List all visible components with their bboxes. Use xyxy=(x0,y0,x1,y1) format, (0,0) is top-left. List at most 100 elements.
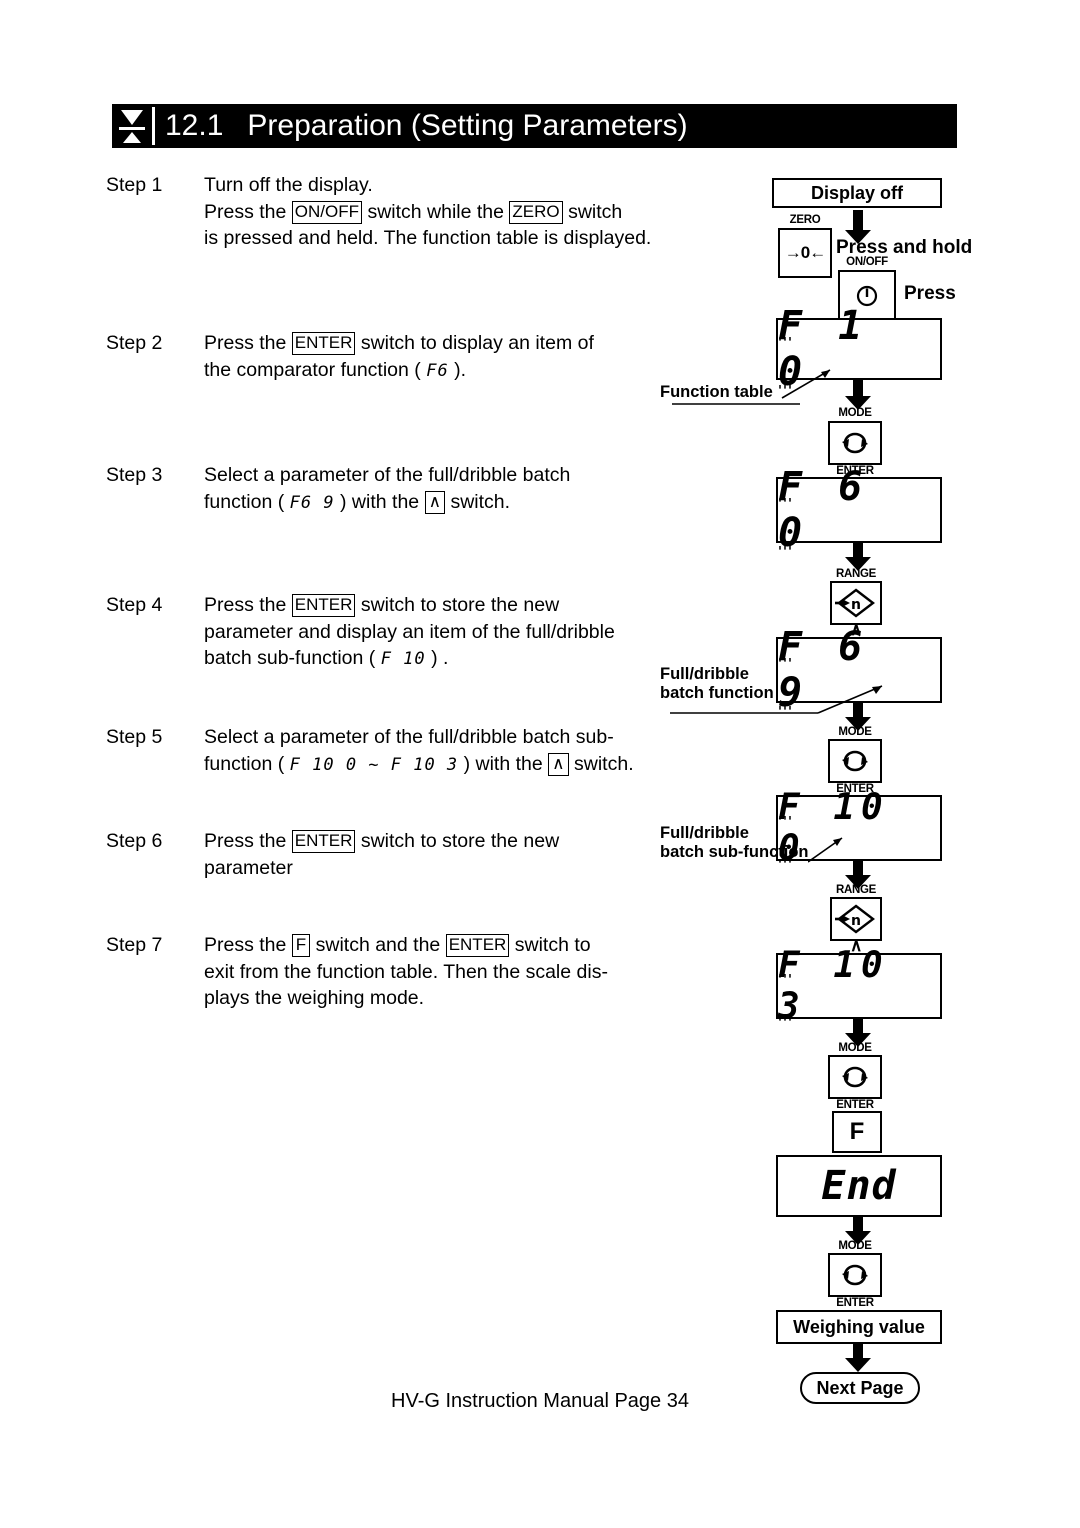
function-table-underline xyxy=(672,403,800,405)
text: function ( xyxy=(204,490,285,513)
step-6: Step 6 Press the ENTER switch to store t… xyxy=(106,828,676,881)
step-7-label: Step 7 xyxy=(106,934,163,956)
text: switch to display an item of xyxy=(360,332,594,354)
step-7: Step 7 Press the F switch and the ENTER … xyxy=(106,932,676,1012)
blink-marks-top: ''' xyxy=(778,973,793,988)
press-and-hold-label: Press and hold xyxy=(836,237,973,258)
step-2-line-1: Press the ENTER switch to display an ite… xyxy=(204,330,676,357)
function-table-leader-line xyxy=(781,369,831,399)
text: ) . xyxy=(431,647,449,669)
key-zero: ZERO xyxy=(509,200,563,224)
text: switch while the xyxy=(367,200,504,223)
text: switch to store the new xyxy=(360,830,560,852)
step-2-label: Step 2 xyxy=(106,332,163,354)
batch-subfunction-leader-line xyxy=(808,837,843,863)
flow-node-display-off: Display off xyxy=(772,178,942,208)
label-line-1: Full/dribble xyxy=(660,665,749,683)
lcd-glyph-f10: F 10 xyxy=(380,649,426,669)
mode-key-1-caption-top: MODE xyxy=(838,407,872,419)
step-1-line-1: Turn off the display. xyxy=(204,174,373,196)
step-6-label: Step 6 xyxy=(106,830,163,852)
label-line-1: Full/dribble xyxy=(660,824,749,842)
step-3-label: Step 3 xyxy=(106,464,163,486)
step-2: Step 2 Press the ENTER switch to display… xyxy=(106,330,676,384)
step-4: Step 4 Press the ENTER switch to store t… xyxy=(106,592,676,673)
text: the comparator function ( xyxy=(204,358,421,381)
press-label: Press xyxy=(904,283,956,304)
text: ) with the xyxy=(340,490,420,513)
down-arrow-marker-icon xyxy=(112,104,152,148)
step-3-line-2: function ( F6 9 ) with the ∧ switch. xyxy=(204,489,676,517)
text: switch. xyxy=(450,490,511,513)
key-up-arrow: ∧ xyxy=(424,490,446,514)
step-1-label: Step 1 xyxy=(106,174,163,196)
label-line-2: batch sub-function xyxy=(660,843,809,861)
range-key-2-button: n xyxy=(830,897,882,941)
text: switch xyxy=(568,200,623,223)
section-header-bar: 12.1 Preparation (Setting Parameters) xyxy=(112,104,957,148)
step-5-line-1: Select a parameter of the full/dribble b… xyxy=(204,726,614,748)
step-1-body: Turn off the display. Press the ON/OFF s… xyxy=(204,172,676,252)
text: switch and the xyxy=(315,934,441,956)
key-up-arrow: ∧ xyxy=(548,752,569,776)
range-diamond-n-icon: n xyxy=(835,588,875,618)
key-enter: ENTER xyxy=(291,830,356,853)
step-5-line-2: function ( F 10 0 ~ F 10 3 ) with the ∧ … xyxy=(204,751,676,779)
range-key-2-caption: RANGE xyxy=(835,884,877,896)
mode-key-2-button xyxy=(828,739,882,783)
step-4-line-1: Press the ENTER switch to store the new xyxy=(204,592,676,619)
mode-key-3-caption-top: MODE xyxy=(838,1042,872,1054)
step-7-line-1: Press the F switch and the ENTER switch … xyxy=(204,932,676,959)
key-onoff: ON/OFF xyxy=(291,200,363,224)
step-1-line-3: is pressed and held. The function table … xyxy=(204,227,652,249)
step-6-line-1: Press the ENTER switch to store the new xyxy=(204,828,676,855)
mode-key-4-caption-bottom: ENTER xyxy=(836,1297,874,1309)
mode-key-2-caption-top: MODE xyxy=(838,726,872,738)
circular-arrows-icon xyxy=(842,1066,868,1088)
page-footer: HV-G Instruction Manual Page 34 xyxy=(391,1390,689,1412)
mode-key-3-button xyxy=(828,1055,882,1099)
lcd-glyph-f6: F6 xyxy=(426,360,449,381)
range-diamond-n-icon: n xyxy=(835,904,875,934)
mode-key-3-caption-bottom: ENTER xyxy=(836,1099,874,1111)
blink-marks-bottom: ''' xyxy=(778,1016,793,1031)
page-title: Preparation (Setting Parameters) xyxy=(247,109,688,142)
text: Press the xyxy=(204,594,287,616)
flow-arrow-down xyxy=(845,380,871,410)
step-1-line-2: Press the ON/OFF switch while the ZERO s… xyxy=(204,199,676,226)
step-6-line-2: parameter xyxy=(204,856,293,879)
zero-key-caption: ZERO xyxy=(789,214,821,226)
key-enter: ENTER xyxy=(291,594,356,617)
flow-node-weighing-value: Weighing value xyxy=(776,1310,942,1344)
lcd-panel-f10-3: F 10 ''' 3 ''' xyxy=(776,945,942,1031)
text: Press the xyxy=(204,332,287,354)
text: Press the xyxy=(204,934,287,956)
step-7-line-2: exit from the function table. Then the s… xyxy=(204,960,608,983)
blink-marks-top: ''' xyxy=(778,497,793,512)
text: Press the xyxy=(204,200,287,223)
circular-arrows-icon xyxy=(842,432,868,454)
step-3: Step 3 Select a parameter of the full/dr… xyxy=(106,462,676,516)
text: batch sub-function ( xyxy=(204,647,376,669)
flow-arrow-down xyxy=(845,1344,871,1374)
circular-arrows-icon xyxy=(842,750,868,772)
procedure-flowchart: Display off ZERO →0← Press and hold ON/O… xyxy=(660,170,972,1404)
text: switch to store the new xyxy=(360,594,560,616)
step-6-body: Press the ENTER switch to store the new … xyxy=(204,828,676,881)
circular-arrows-icon xyxy=(842,1264,868,1286)
step-4-line-3: batch sub-function ( F 10 ) . xyxy=(204,645,676,673)
svg-text:n: n xyxy=(851,597,861,613)
key-f: F xyxy=(291,934,311,957)
mode-key-4-caption-top: MODE xyxy=(838,1240,872,1252)
f-key-button: F xyxy=(832,1111,882,1153)
step-5: Step 5 Select a parameter of the full/dr… xyxy=(106,724,676,778)
blink-marks-top: ''' xyxy=(778,657,793,672)
text: Press the xyxy=(204,830,287,852)
lcd-value: End xyxy=(821,1163,897,1209)
text: switch to xyxy=(514,934,591,956)
lcd-glyph-f10-range: F 10 0 ~ F 10 3 xyxy=(289,754,459,775)
onoff-key-caption: ON/OFF xyxy=(846,256,888,268)
full-dribble-batch-subfunction-label: Full/dribble batch sub-function xyxy=(660,824,808,862)
step-7-line-3: plays the weighing mode. xyxy=(204,987,425,1009)
step-5-body: Select a parameter of the full/dribble b… xyxy=(204,724,676,778)
